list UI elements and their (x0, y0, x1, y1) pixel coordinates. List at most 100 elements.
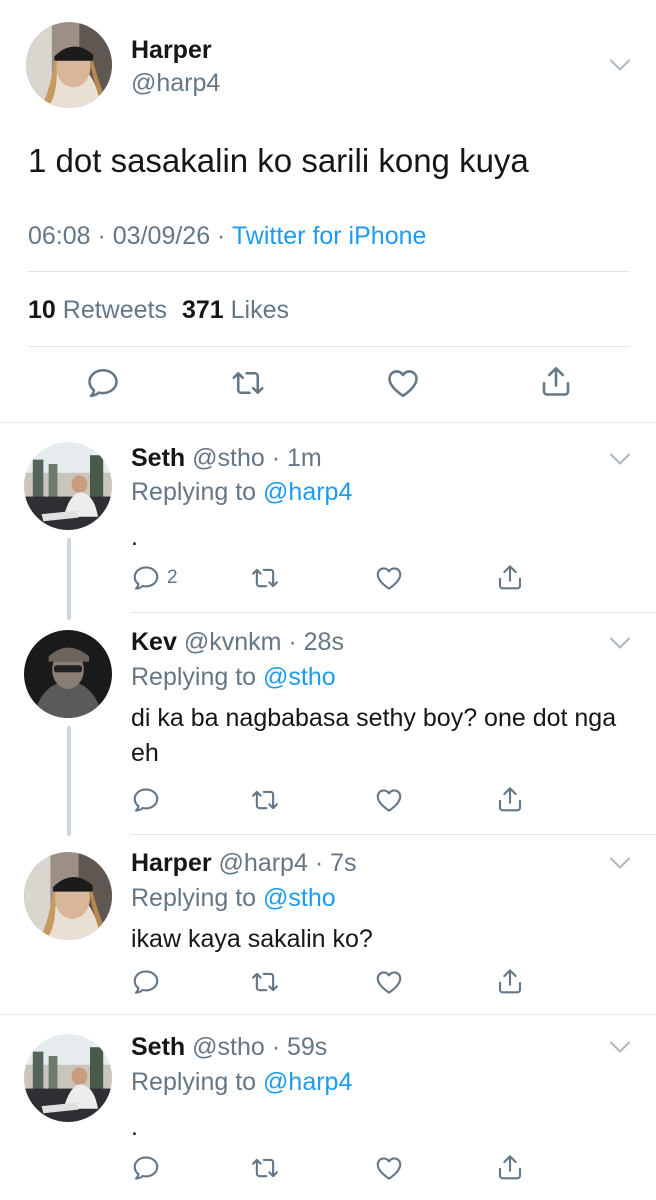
reply-button[interactable] (131, 1153, 161, 1183)
share-icon (495, 784, 525, 814)
reply-icon (85, 365, 121, 401)
retweet-icon (250, 563, 280, 593)
reply-tweet[interactable]: Kev @kvnkm · 28s Replying to @stho di ka… (0, 612, 656, 836)
author-handle[interactable]: @stho (192, 1033, 265, 1061)
avatar[interactable] (24, 442, 112, 530)
retweet-icon (250, 1153, 280, 1183)
replying-label: Replying to (131, 663, 257, 691)
replying-to-link[interactable]: @harp4 (263, 1068, 352, 1096)
reply-time: 7s (330, 849, 357, 877)
like-button[interactable] (374, 785, 404, 815)
chevron-down-icon[interactable] (609, 1040, 631, 1054)
reply-time: 59s (287, 1033, 328, 1061)
tweet-meta: 06:08 · 03/09/26 · Twitter for iPhone (28, 222, 426, 251)
likes-label[interactable]: Likes (231, 296, 289, 324)
author-name[interactable]: Seth (131, 444, 185, 472)
retweets-count[interactable]: 10 (28, 296, 56, 324)
avatar[interactable] (26, 22, 112, 108)
reply-button[interactable] (85, 365, 121, 401)
tweet-time: 06:08 (28, 222, 91, 250)
replying-to-link[interactable]: @stho (263, 663, 336, 691)
share-icon (538, 363, 574, 399)
replying-to: Replying to @stho (131, 663, 336, 692)
replying-to: Replying to @harp4 (131, 1068, 352, 1097)
retweet-button[interactable] (250, 785, 280, 815)
share-button[interactable] (495, 1152, 525, 1182)
reply-text: di ka ba nagbabasa sethy boy? one dot ng… (131, 704, 617, 767)
replying-to-link[interactable]: @stho (263, 884, 336, 912)
reply-text: ikaw kaya sakalin ko? (131, 925, 373, 953)
retweet-icon (250, 785, 280, 815)
thread-line (67, 726, 71, 836)
reply-button[interactable]: 2 (131, 563, 178, 593)
reply-button[interactable] (131, 967, 161, 997)
replying-label: Replying to (131, 884, 257, 912)
heart-icon (385, 365, 421, 401)
avatar[interactable] (24, 630, 112, 718)
retweet-icon (250, 967, 280, 997)
likes-count[interactable]: 371 (182, 296, 224, 324)
retweet-button[interactable] (250, 967, 280, 997)
share-icon (495, 562, 525, 592)
author-handle[interactable]: @stho (192, 444, 265, 472)
reply-tweet[interactable]: Seth @stho · 1m Replying to @harp4 . 2 (0, 422, 656, 620)
tweet-client-link[interactable]: Twitter for iPhone (232, 222, 427, 250)
retweet-icon (230, 365, 266, 401)
meta-separator: · (210, 222, 232, 250)
share-icon (495, 1152, 525, 1182)
reply-time: 28s (303, 628, 344, 656)
retweet-button[interactable] (250, 563, 280, 593)
reply-icon (131, 1153, 161, 1183)
author-handle[interactable]: @harp4 (219, 849, 308, 877)
reply-tweet[interactable]: Harper @harp4 · 7s Replying to @stho ika… (0, 834, 656, 1015)
chevron-down-icon[interactable] (609, 636, 631, 650)
tweet-stats: 10 Retweets 371 Likes (28, 296, 289, 325)
retweet-button[interactable] (250, 1153, 280, 1183)
chevron-down-icon[interactable] (609, 452, 631, 466)
like-button[interactable] (374, 563, 404, 593)
heart-icon (374, 1153, 404, 1183)
avatar[interactable] (24, 852, 112, 940)
divider (28, 271, 630, 272)
author-name[interactable]: Harper (131, 849, 212, 877)
share-button[interactable] (495, 784, 525, 814)
author-name[interactable]: Harper (131, 36, 212, 65)
reply-count: 2 (167, 567, 178, 588)
reply-button[interactable] (131, 785, 161, 815)
share-button[interactable] (495, 966, 525, 996)
like-button[interactable] (374, 1153, 404, 1183)
like-button[interactable] (374, 967, 404, 997)
share-button[interactable] (538, 363, 574, 399)
replying-to: Replying to @harp4 (131, 478, 352, 507)
reply-icon (131, 563, 161, 593)
tweet-text: 1 dot sasakalin ko sarili kong kuya (28, 142, 529, 179)
reply-icon (131, 967, 161, 997)
heart-icon (374, 785, 404, 815)
chevron-down-icon[interactable] (609, 58, 631, 72)
author-handle[interactable]: @harp4 (131, 69, 220, 98)
author-name[interactable]: Kev (131, 628, 177, 656)
tweet-date: 03/09/26 (112, 222, 211, 250)
replying-to-link[interactable]: @harp4 (263, 478, 352, 506)
reply-header: Harper @harp4 · 7s (131, 849, 357, 877)
reply-text: . (131, 1113, 138, 1141)
replying-to: Replying to @stho (131, 884, 336, 913)
retweets-label[interactable]: Retweets (63, 296, 167, 324)
reply-tweet[interactable]: Seth @stho · 59s Replying to @harp4 . (0, 1014, 656, 1200)
share-button[interactable] (495, 562, 525, 592)
reply-header: Kev @kvnkm · 28s (131, 628, 344, 656)
reply-header: Seth @stho · 59s (131, 1033, 328, 1061)
retweet-button[interactable] (230, 365, 266, 401)
reply-time: 1m (287, 444, 322, 472)
meta-separator: · (90, 222, 113, 250)
reply-header: Seth @stho · 1m (131, 444, 322, 472)
like-button[interactable] (385, 365, 421, 401)
avatar[interactable] (24, 1034, 112, 1122)
heart-icon (374, 563, 404, 593)
author-handle[interactable]: @kvnkm (184, 628, 282, 656)
chevron-down-icon[interactable] (609, 856, 631, 870)
replying-label: Replying to (131, 1068, 257, 1096)
author-name[interactable]: Seth (131, 1033, 185, 1061)
divider (28, 346, 630, 347)
heart-icon (374, 967, 404, 997)
